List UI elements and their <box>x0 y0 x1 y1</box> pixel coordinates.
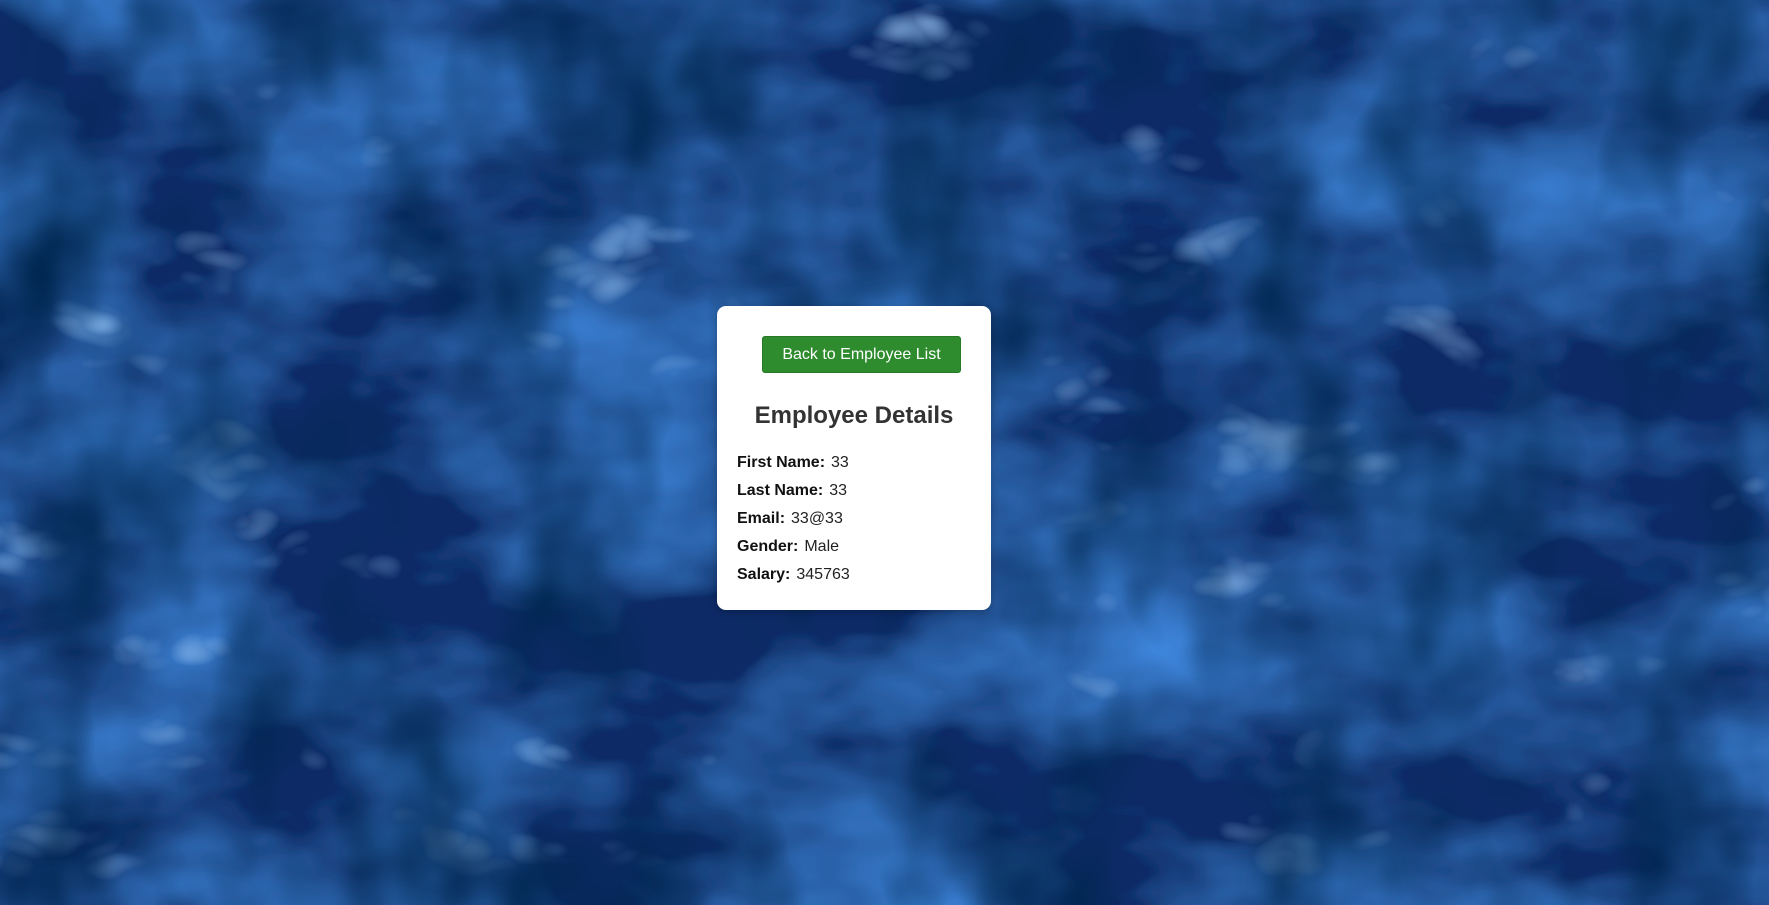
salary-label: Salary: <box>737 566 791 583</box>
salary-row: Salary: 345763 <box>737 561 977 589</box>
back-to-employee-list-button[interactable]: Back to Employee List <box>762 336 961 373</box>
last-name-value: 33 <box>829 482 848 499</box>
first-name-label: First Name: <box>737 454 826 471</box>
gender-value: Male <box>804 538 840 555</box>
page-title: Employee Details <box>754 402 954 429</box>
gender-label: Gender: <box>737 538 799 555</box>
last-name-label: Last Name: <box>737 482 824 499</box>
employee-details-card: Back to Employee List Employee Details F… <box>717 306 991 610</box>
first-name-value: 33 <box>831 454 849 471</box>
email-row: Email: 33@33 <box>737 505 977 533</box>
last-name-row: Last Name: 33 <box>737 477 977 505</box>
employee-fields: First Name: 33 Last Name: 33 Email: 33@33 G… <box>737 449 977 589</box>
first-name-row: First Name: 33 <box>737 449 977 477</box>
salary-value: 345763 <box>796 566 850 583</box>
email-label: Email: <box>737 510 786 527</box>
email-value: 33@33 <box>791 510 843 527</box>
gender-row: Gender: Male <box>737 533 977 561</box>
